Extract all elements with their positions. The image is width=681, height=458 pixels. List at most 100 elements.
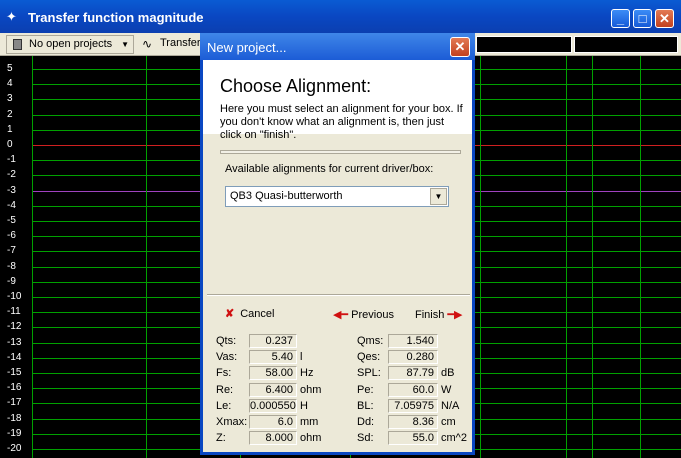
y-axis-tick-label: 2 [7, 108, 13, 120]
y-axis-tick-label: -11 [7, 306, 21, 318]
grid-line-vertical [640, 56, 641, 458]
close-icon: ✕ [659, 11, 670, 26]
y-axis-tick-label: -2 [7, 169, 16, 181]
param-value: 87.79 [388, 366, 438, 381]
chevron-down-icon[interactable]: ▼ [430, 188, 447, 205]
waveform-icon: ∿ [142, 37, 153, 51]
minimize-button[interactable]: _ [611, 9, 630, 28]
project-dropdown[interactable]: No open projects ▼ [6, 35, 134, 54]
param-value: 6.0 [249, 415, 297, 429]
y-axis-tick-label: -19 [7, 427, 22, 439]
param-value: 60.0 [388, 382, 438, 397]
finish-label: Finish [415, 309, 445, 321]
param-label: Le: [216, 399, 232, 412]
param-label: BL: [357, 399, 374, 412]
y-axis-tick-label: -18 [7, 412, 22, 424]
close-button[interactable]: ✕ [655, 9, 674, 28]
y-axis-tick-label: -1 [7, 154, 16, 166]
y-axis-tick-label: -15 [7, 367, 22, 378]
y-axis-tick-label: -10 [7, 291, 22, 302]
y-axis-tick-label: -7 [7, 245, 16, 257]
cancel-x-icon: ✘ [225, 308, 235, 320]
param-label: SPL: [357, 367, 381, 380]
param-label: Sd: [357, 432, 374, 445]
y-axis-tick-label: 3 [7, 93, 13, 105]
divider [207, 294, 470, 296]
cancel-button[interactable]: ✘ Cancel [225, 307, 274, 320]
y-axis-tick-label: -3 [7, 184, 16, 196]
param-value: 7.05975 [388, 398, 438, 413]
param-unit: mm [300, 416, 319, 428]
y-axis-tick-label: 4 [7, 78, 13, 90]
window-titlebar[interactable]: ✦ Transfer function magnitude _ □ ✕ [0, 0, 681, 33]
param-value: 0.000550 [249, 398, 297, 413]
param-value: 55.0 [388, 431, 438, 446]
param-label: Dd: [357, 416, 375, 428]
chevron-down-icon: ▼ [121, 40, 129, 49]
y-axis-tick-label: -16 [7, 382, 22, 394]
previous-label: Previous [351, 309, 394, 321]
toolbar-field-1[interactable] [476, 36, 572, 53]
dialog-titlebar[interactable]: New project... ✕ [200, 33, 475, 60]
y-axis-tick-label: -14 [7, 351, 22, 363]
grid-line-vertical [592, 56, 593, 458]
y-axis-tick-label: 5 [7, 63, 13, 74]
y-axis-tick-label: -4 [7, 199, 16, 211]
y-axis-tick-label: -5 [7, 215, 16, 226]
minimize-icon: _ [616, 11, 625, 26]
param-unit: cm^2 [441, 432, 467, 445]
transfer-function-label: Transfer [160, 37, 200, 49]
grid-line-vertical [480, 56, 481, 458]
grid-line-vertical [32, 56, 33, 458]
param-unit: dB [441, 367, 455, 380]
alignment-select[interactable]: QB3 Quasi-butterworth ▼ [225, 186, 449, 207]
param-unit: ohm [300, 383, 322, 396]
param-unit: cm [441, 416, 456, 428]
arrow-right-icon: ━▶ [447, 309, 463, 321]
param-value: 0.280 [388, 350, 438, 365]
param-label: Re: [216, 383, 234, 396]
available-alignments-label: Available alignments for current driver/… [225, 163, 434, 175]
param-label: Xmax: [216, 416, 248, 428]
y-axis-tick-label: -17 [7, 397, 22, 409]
y-axis-tick-label: -20 [7, 443, 22, 454]
param-unit: N/A [441, 399, 460, 412]
alignment-select-value: QB3 Quasi-butterworth [230, 190, 343, 202]
param-value: 5.40 [249, 350, 297, 365]
param-label: Z: [216, 432, 226, 445]
grid-line-vertical [566, 56, 567, 458]
param-label: Qms: [357, 335, 384, 347]
project-dropdown-label: No open projects [29, 38, 113, 50]
y-axis-tick-label: -9 [7, 275, 16, 287]
dialog-heading: Choose Alignment: [220, 76, 372, 96]
param-value: 1.540 [388, 334, 438, 348]
param-value: 58.00 [249, 366, 297, 381]
maximize-icon: □ [638, 11, 647, 26]
param-unit: ohm [300, 432, 322, 445]
transfer-function-button[interactable]: ∿ Transfer [140, 35, 200, 54]
project-icon [13, 39, 22, 50]
param-unit: l [300, 351, 303, 364]
y-axis-tick-label: -6 [7, 230, 16, 242]
cancel-label: Cancel [240, 308, 275, 320]
dialog-title: New project... [207, 40, 287, 55]
finish-button[interactable]: Finish ━▶ [415, 308, 463, 321]
y-axis-tick-label: -8 [7, 260, 16, 272]
param-label: Fs: [216, 367, 232, 380]
new-project-dialog: New project... ✕ Choose Alignment: Here … [200, 33, 475, 455]
param-unit: W [441, 383, 452, 396]
y-axis-tick-label: -13 [7, 336, 22, 348]
param-unit: H [300, 399, 308, 412]
param-value: 6.400 [249, 382, 297, 397]
param-label: Vas: [216, 351, 238, 364]
param-label: Pe: [357, 383, 374, 396]
param-value: 8.000 [249, 431, 297, 446]
window-title: Transfer function magnitude [28, 10, 204, 25]
toolbar-field-2[interactable] [574, 36, 678, 53]
maximize-button[interactable]: □ [633, 9, 652, 28]
grid-line-vertical [146, 56, 147, 458]
dialog-close-button[interactable]: ✕ [450, 37, 470, 57]
previous-button[interactable]: ◀━ Previous [333, 308, 394, 321]
crosshair-icon: ✦ [6, 9, 17, 24]
param-unit: Hz [300, 367, 314, 380]
